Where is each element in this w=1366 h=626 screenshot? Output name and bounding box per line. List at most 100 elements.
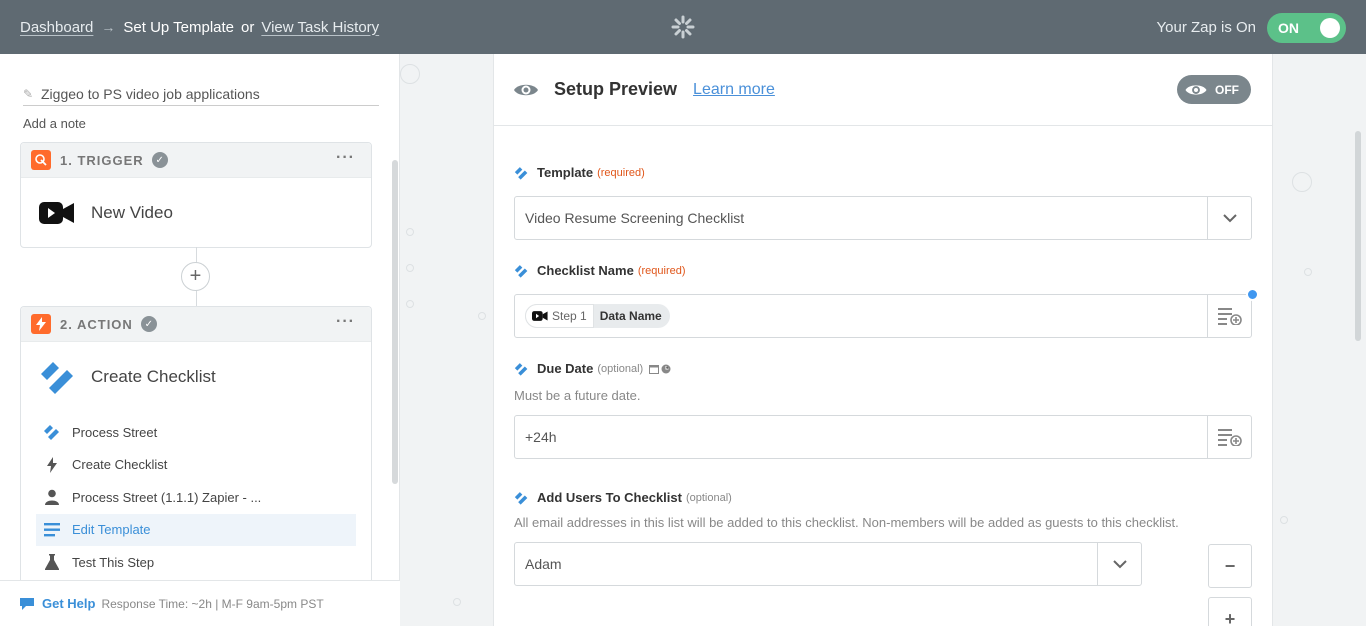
ziggeo-camera-icon — [39, 202, 74, 224]
add-users-value: Adam — [525, 556, 562, 572]
calendar-icon — [649, 364, 660, 374]
trigger-card-header: 1. TRIGGER ✓ ··· — [21, 143, 371, 178]
breadcrumb-arrow-icon: → — [101, 19, 116, 35]
process-street-icon — [514, 264, 528, 278]
preview-header: Setup Preview Learn more OFF — [494, 54, 1272, 126]
action-substeps: Process Street Create Checklist Process … — [36, 416, 356, 579]
substep-test[interactable]: Test This Step — [36, 546, 356, 579]
trigger-card[interactable]: 1. TRIGGER ✓ ··· New Video — [20, 142, 372, 248]
field-label: Checklist Name (required) — [514, 263, 1252, 278]
check-circle-icon: ✓ — [151, 152, 168, 168]
template-select[interactable]: Video Resume Screening Checklist — [514, 196, 1252, 240]
required-tag: (required) — [637, 264, 686, 277]
eye-icon — [1185, 84, 1207, 95]
chat-bubble-icon — [20, 597, 34, 610]
off-label: OFF — [1215, 82, 1239, 97]
insert-data-icon[interactable] — [1207, 295, 1251, 337]
substep-edit-template[interactable]: Edit Template — [36, 513, 356, 546]
ziggeo-camera-icon — [532, 311, 548, 321]
substep-label: Process Street — [72, 424, 158, 440]
or-text: or — [241, 18, 255, 36]
substep-process-street[interactable]: Process Street — [36, 416, 356, 449]
field-label: Template (required) — [514, 165, 1252, 180]
due-date-input[interactable]: +24h — [514, 415, 1252, 459]
canvas-decoration — [406, 264, 414, 272]
canvas-decoration — [406, 300, 414, 308]
add-user-button[interactable]: + — [1208, 597, 1252, 626]
substep-create-checklist[interactable]: Create Checklist — [36, 449, 356, 482]
insert-data-icon[interactable] — [1207, 416, 1251, 458]
setup-preview-panel: Setup Preview Learn more OFF Template (r… — [493, 54, 1273, 626]
trigger-app-name: New Video — [91, 203, 173, 222]
substep-label: Edit Template — [72, 522, 151, 538]
substep-label: Process Street (1.1.1) Zapier - ... — [72, 489, 262, 505]
add-users-label: Add Users To Checklist — [537, 490, 682, 505]
pill-step-label: Step 1 — [552, 309, 587, 323]
data-pill[interactable]: Step 1 Data Name — [525, 304, 670, 328]
pill-value: Data Name — [599, 309, 662, 323]
action-app-name: Create Checklist — [91, 367, 216, 386]
loading-spinner-icon — [671, 15, 695, 39]
task-history-link[interactable]: View Task History — [261, 19, 379, 36]
template-value: Video Resume Screening Checklist — [525, 210, 745, 226]
trigger-card-body: New Video — [21, 178, 371, 248]
add-users-help: All email addresses in this list will be… — [514, 515, 1179, 530]
canvas-decoration — [1280, 516, 1288, 524]
optional-tag: (optional) — [597, 362, 644, 375]
process-street-icon — [514, 362, 528, 376]
required-tag: (required) — [597, 166, 645, 179]
checklist-name-input[interactable]: Step 1 Data Name — [514, 288, 1259, 338]
chevron-down-icon[interactable] — [1207, 197, 1251, 239]
pill-step: Step 1 — [525, 304, 594, 328]
action-title: 2. ACTION — [60, 316, 133, 332]
bolt-icon — [42, 456, 62, 473]
field-label: Add Users To Checklist (optional) — [514, 490, 1252, 505]
due-date-field: Due Date (optional) Must be a future dat… — [514, 361, 1252, 459]
canvas-decoration — [1304, 268, 1312, 276]
zap-editor-sidebar: ✎ Ziggeo to PS video job applications Ad… — [0, 54, 400, 626]
dashboard-link[interactable]: Dashboard — [20, 19, 93, 36]
due-date-value: +24h — [525, 429, 557, 445]
checklist-name-label: Checklist Name — [537, 263, 634, 278]
template-label: Template — [537, 165, 594, 180]
notification-dot — [1246, 288, 1259, 301]
due-date-label: Due Date — [537, 361, 594, 376]
trigger-title: 1. TRIGGER — [60, 152, 144, 168]
preview-off-toggle[interactable]: OFF — [1177, 75, 1251, 104]
canvas-decoration — [406, 228, 414, 236]
remove-user-button[interactable]: − — [1208, 544, 1252, 588]
breadcrumb: Dashboard → Set Up Template or View Task… — [20, 0, 379, 54]
substep-label: Test This Step — [72, 554, 155, 570]
process-street-icon — [514, 166, 528, 180]
zap-name-text: Ziggeo to PS video job applications — [41, 85, 260, 102]
chevron-down-icon[interactable] — [1097, 543, 1141, 585]
learn-more-link[interactable]: Learn more — [693, 81, 775, 99]
canvas-decoration — [400, 64, 420, 84]
more-options-icon[interactable]: ··· — [336, 149, 355, 167]
process-street-icon — [514, 491, 528, 505]
list-icon — [42, 522, 62, 537]
add-note-link[interactable]: Add a note — [23, 116, 86, 131]
top-bar: Dashboard → Set Up Template or View Task… — [0, 0, 1366, 54]
canvas-decoration — [478, 312, 486, 320]
user-icon — [42, 489, 62, 506]
check-circle-icon: ✓ — [140, 316, 157, 332]
add-step-button[interactable]: + — [181, 262, 210, 291]
process-street-logo-icon — [41, 362, 73, 394]
substep-account[interactable]: Process Street (1.1.1) Zapier - ... — [36, 481, 356, 514]
help-bar: Get Help Response Time: ~2h | M-F 9am-5p… — [0, 580, 400, 626]
more-options-icon[interactable]: ··· — [336, 313, 355, 331]
canvas-decoration — [1292, 172, 1312, 192]
toggle-knob — [1320, 18, 1340, 38]
eye-icon — [514, 84, 538, 95]
template-field: Template (required) Video Resume Screeni… — [514, 165, 1252, 240]
zap-on-toggle[interactable]: ON — [1267, 13, 1346, 43]
sidebar-scrollbar[interactable] — [392, 160, 398, 484]
get-help-link[interactable]: Get Help — [42, 596, 95, 611]
clock-icon — [661, 364, 671, 373]
add-users-select[interactable]: Adam — [514, 542, 1142, 586]
substep-label: Create Checklist — [72, 457, 168, 473]
page-scrollbar[interactable] — [1355, 131, 1361, 341]
current-step-label: Set Up Template — [123, 18, 235, 36]
zap-name-field[interactable]: ✎ Ziggeo to PS video job applications — [23, 82, 379, 106]
